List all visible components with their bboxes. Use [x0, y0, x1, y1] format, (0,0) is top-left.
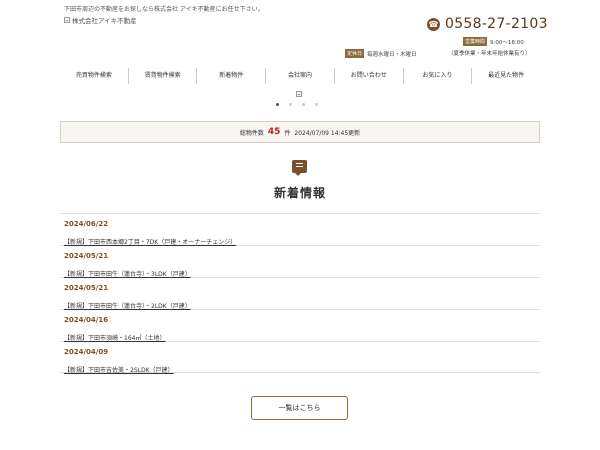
news-link[interactable]: 【新規】下田市吉佐美・2SLDK（戸建） — [64, 365, 174, 374]
nav-item-sale-search[interactable]: 売買物件検索 — [60, 68, 128, 84]
holiday-note: （夏季休業・年末年始休業有り） — [448, 51, 531, 57]
nav-item-new-listings[interactable]: 新着物件 — [196, 68, 265, 84]
nav-item-rental-search[interactable]: 賃貸物件検索 — [127, 68, 197, 84]
closed-days: 定休日 毎週水曜日・木曜日 — [345, 49, 417, 58]
slider-dot[interactable] — [289, 103, 292, 106]
business-hours: 営業時間 9:00～18:00 — [463, 37, 524, 46]
slider-image-icon — [296, 91, 302, 97]
news-date: 2024/06/22 — [64, 220, 109, 228]
holiday-badge: 定休日 — [345, 49, 365, 58]
nav-item-recently-viewed[interactable]: 最近見た物件 — [471, 68, 540, 84]
phone-number: 0558-27-2103 — [445, 16, 548, 32]
hours-badge: 営業時間 — [463, 37, 488, 46]
logo-alt-text: 株式会社アイキ不動産 — [72, 17, 137, 25]
news-list: 2024/06/22 【新規】下田市西本郷2丁目・7DK（戸建・オーナーチェンジ… — [60, 213, 540, 374]
nav-item-company[interactable]: 会社案内 — [265, 68, 334, 84]
list-item: 2024/05/21 【新規】下田市田牛（蓮台寺）・3LDK（戸建） — [60, 245, 540, 278]
list-item: 2024/06/22 【新規】下田市西本郷2丁目・7DK（戸建・オーナーチェンジ… — [60, 213, 540, 246]
property-count: 45 — [267, 127, 281, 137]
slider-dots — [276, 103, 318, 106]
news-date: 2024/05/21 — [64, 284, 109, 292]
slider-dot[interactable] — [302, 103, 305, 106]
list-item: 2024/04/16 【新規】下田市須崎・164㎡（土地） — [60, 309, 540, 342]
news-section-title: 新着情報 — [273, 186, 326, 200]
property-count-bar: 総物件数 45 件 2024/07/09 14:45更新 — [60, 121, 540, 143]
stats-label: 総物件数 — [239, 129, 264, 137]
updated-timestamp: 2024/07/09 14:45更新 — [294, 129, 361, 137]
main-nav: 売買物件検索 賃貸物件検索 新着物件 会社案内 お問い合わせ お気に入り 最近見… — [60, 68, 540, 84]
logo-image-icon — [64, 17, 70, 23]
news-link[interactable]: 【新規】下田市田牛（蓮台寺）・3LDK（戸建） — [64, 269, 191, 278]
phone-icon: ☎ — [427, 17, 440, 31]
list-item: 2024/04/09 【新規】下田市吉佐美・2SLDK（戸建） — [60, 341, 540, 374]
phone-contact[interactable]: ☎ 0558-27-2103 — [427, 16, 548, 32]
list-item: 2024/05/21 【新規】下田市田牛（蓮台寺）・2LDK（戸建） — [60, 277, 540, 310]
site-logo[interactable]: 株式会社アイキ不動産 — [64, 15, 137, 25]
slider-dot[interactable] — [276, 103, 279, 106]
holiday-text: 毎週水曜日・木曜日 — [367, 51, 417, 58]
hours-text: 9:00～18:00 — [490, 39, 524, 46]
slider-dot[interactable] — [315, 103, 318, 106]
nav-item-favorites[interactable]: お気に入り — [402, 68, 472, 84]
news-link[interactable]: 【新規】下田市須崎・164㎡（土地） — [64, 333, 165, 342]
nav-item-contact[interactable]: お問い合わせ — [333, 68, 403, 84]
stats-unit: 件 — [284, 129, 291, 137]
news-date: 2024/05/21 — [64, 252, 109, 260]
view-all-button[interactable]: 一覧はこちら — [251, 396, 348, 420]
news-date: 2024/04/09 — [64, 348, 109, 356]
news-link[interactable]: 【新規】下田市田牛（蓮台寺）・2LDK（戸建） — [64, 301, 191, 310]
speech-bubble-icon — [292, 160, 307, 176]
news-link[interactable]: 【新規】下田市西本郷2丁目・7DK（戸建・オーナーチェンジ） — [64, 237, 236, 246]
news-date: 2024/04/16 — [64, 316, 109, 324]
site-tagline: 下田市周辺の不動産をお探しなら株式会社 アイキ不動産にお任せ下さい。 — [64, 6, 264, 13]
